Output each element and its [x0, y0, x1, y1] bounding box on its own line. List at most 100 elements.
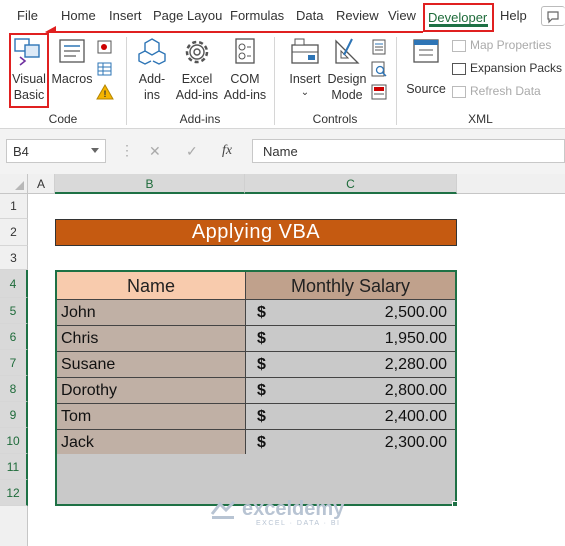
column-header-a[interactable]: A — [28, 174, 55, 194]
exceldemy-logo-icon — [210, 500, 238, 520]
salary-amount: 2,800.00 — [384, 382, 447, 399]
cell-name[interactable]: John — [57, 300, 246, 326]
currency-symbol: $ — [257, 330, 266, 347]
fill-handle[interactable] — [452, 501, 458, 507]
empty-selected-cells[interactable] — [57, 454, 455, 504]
design-mode-label-2: Mode — [331, 88, 363, 102]
cell-salary[interactable]: $2,280.00 — [246, 352, 455, 378]
row-header-6[interactable]: 6 — [0, 324, 28, 350]
tab-page-layout[interactable]: Page Layou — [153, 8, 222, 23]
addins-label-1: Add- — [138, 72, 166, 86]
addins-button[interactable]: Add- ins — [133, 35, 171, 103]
title-cell[interactable]: Applying VBA — [55, 219, 457, 246]
currency-symbol: $ — [257, 382, 266, 399]
chevron-down-icon: ⌄ — [300, 87, 310, 98]
active-tab-underline — [429, 24, 488, 27]
salary-table[interactable]: Name Monthly Salary John $2,500.00 Chris… — [55, 270, 457, 506]
header-name[interactable]: Name — [57, 272, 246, 300]
run-dialog-icon[interactable] — [370, 84, 388, 100]
code-group-label: Code — [48, 112, 78, 126]
watermark-name: exceldemy — [242, 498, 345, 520]
cell-name[interactable]: Susane — [57, 352, 246, 378]
expansion-packs-label: Expansion Packs — [470, 61, 563, 75]
tab-home[interactable]: Home — [61, 8, 96, 23]
chevron-down-icon[interactable] — [91, 148, 99, 153]
worksheet-grid[interactable]: A B C 1 2 3 4 5 6 7 8 9 10 11 12 Applyin… — [0, 174, 565, 546]
tab-formulas[interactable]: Formulas — [230, 8, 284, 23]
com-addins-label-1: COM — [230, 72, 260, 86]
addins-icon — [135, 35, 169, 69]
row-header-12[interactable]: 12 — [0, 480, 28, 506]
refresh-data-button[interactable]: Refresh Data — [452, 84, 541, 98]
cell-name[interactable]: Dorothy — [57, 378, 246, 404]
com-addins-label-2: Add-ins — [223, 88, 267, 102]
salary-amount: 2,400.00 — [384, 408, 447, 425]
design-mode-icon — [330, 35, 364, 69]
column-header-c[interactable]: C — [245, 174, 457, 194]
insert-function-icon[interactable]: fx — [222, 143, 232, 159]
row-header-7[interactable]: 7 — [0, 350, 28, 376]
tab-review[interactable]: Review — [336, 8, 379, 23]
cell-name[interactable]: Jack — [57, 430, 246, 456]
formula-input-value: Name — [263, 144, 298, 159]
tab-view[interactable]: View — [388, 8, 416, 23]
cell-salary[interactable]: $2,800.00 — [246, 378, 455, 404]
row-header-4[interactable]: 4 — [0, 270, 28, 298]
formula-input[interactable]: Name — [252, 139, 565, 163]
row-header-11[interactable]: 11 — [0, 454, 28, 480]
visual-basic-label-1: Visual — [12, 72, 46, 86]
xml-source-button[interactable]: Source — [403, 35, 449, 97]
salary-amount: 2,300.00 — [384, 434, 447, 451]
row-header-10[interactable]: 10 — [0, 428, 28, 454]
expansion-packs-icon — [452, 62, 466, 75]
row-header-1[interactable]: 1 — [0, 194, 28, 219]
tab-file[interactable]: File — [17, 8, 38, 23]
column-header-b[interactable]: B — [55, 174, 245, 194]
name-box[interactable]: B4 — [6, 139, 106, 163]
insert-control-button[interactable]: Insert ⌄ — [283, 35, 327, 99]
tab-insert[interactable]: Insert — [109, 8, 142, 23]
row-header-9[interactable]: 9 — [0, 402, 28, 428]
cell-name[interactable]: Chris — [57, 326, 246, 352]
macros-icon — [55, 35, 89, 69]
expansion-packs-button[interactable]: Expansion Packs — [452, 61, 562, 75]
tab-developer[interactable]: Developer — [423, 3, 494, 32]
design-mode-label-1: Design — [327, 72, 367, 86]
macro-security-icon[interactable]: ! — [96, 83, 114, 100]
enter-icon[interactable]: ✓ — [186, 143, 198, 160]
design-mode-button[interactable]: Design Mode — [327, 35, 367, 103]
macros-button[interactable]: Macros — [50, 35, 94, 87]
refresh-data-label: Refresh Data — [470, 84, 541, 98]
cell-salary[interactable]: $2,500.00 — [246, 300, 455, 326]
row-header-3[interactable]: 3 — [0, 246, 28, 270]
properties-icon[interactable] — [370, 39, 388, 55]
visual-basic-button[interactable]: Visual Basic — [10, 35, 48, 103]
view-code-icon[interactable] — [370, 61, 388, 77]
cell-salary[interactable]: $2,400.00 — [246, 404, 455, 430]
controls-group-label: Controls — [312, 112, 358, 126]
select-all-button[interactable] — [0, 174, 28, 194]
cell-salary[interactable]: $1,950.00 — [246, 326, 455, 352]
header-monthly-salary[interactable]: Monthly Salary — [246, 272, 455, 300]
relative-references-icon[interactable] — [96, 61, 114, 77]
cell-name[interactable]: Tom — [57, 404, 246, 430]
row-header-5[interactable]: 5 — [0, 298, 28, 324]
cancel-icon[interactable]: ✕ — [149, 143, 161, 160]
record-macro-icon[interactable] — [96, 39, 114, 55]
excel-addins-button[interactable]: Excel Add-ins — [174, 35, 220, 103]
salary-amount: 2,280.00 — [384, 356, 447, 373]
map-properties-button[interactable]: Map Properties — [452, 38, 551, 52]
toolbox-icon — [288, 35, 322, 69]
tab-help[interactable]: Help — [500, 8, 527, 23]
row-header-2[interactable]: 2 — [0, 219, 28, 246]
ribbon: Visual Basic Macros ! Code Add- ins Exce… — [0, 33, 565, 129]
tab-data[interactable]: Data — [296, 8, 323, 23]
insert-control-label: Insert — [289, 72, 321, 86]
row-header-8[interactable]: 8 — [0, 376, 28, 402]
visual-basic-icon — [12, 35, 46, 69]
formula-bar-splitter[interactable]: ⋮ — [120, 142, 134, 159]
svg-text:!: ! — [104, 89, 107, 99]
comments-icon[interactable] — [541, 6, 565, 26]
cell-salary[interactable]: $2,300.00 — [246, 430, 455, 456]
com-addins-button[interactable]: COM Add-ins — [222, 35, 268, 103]
